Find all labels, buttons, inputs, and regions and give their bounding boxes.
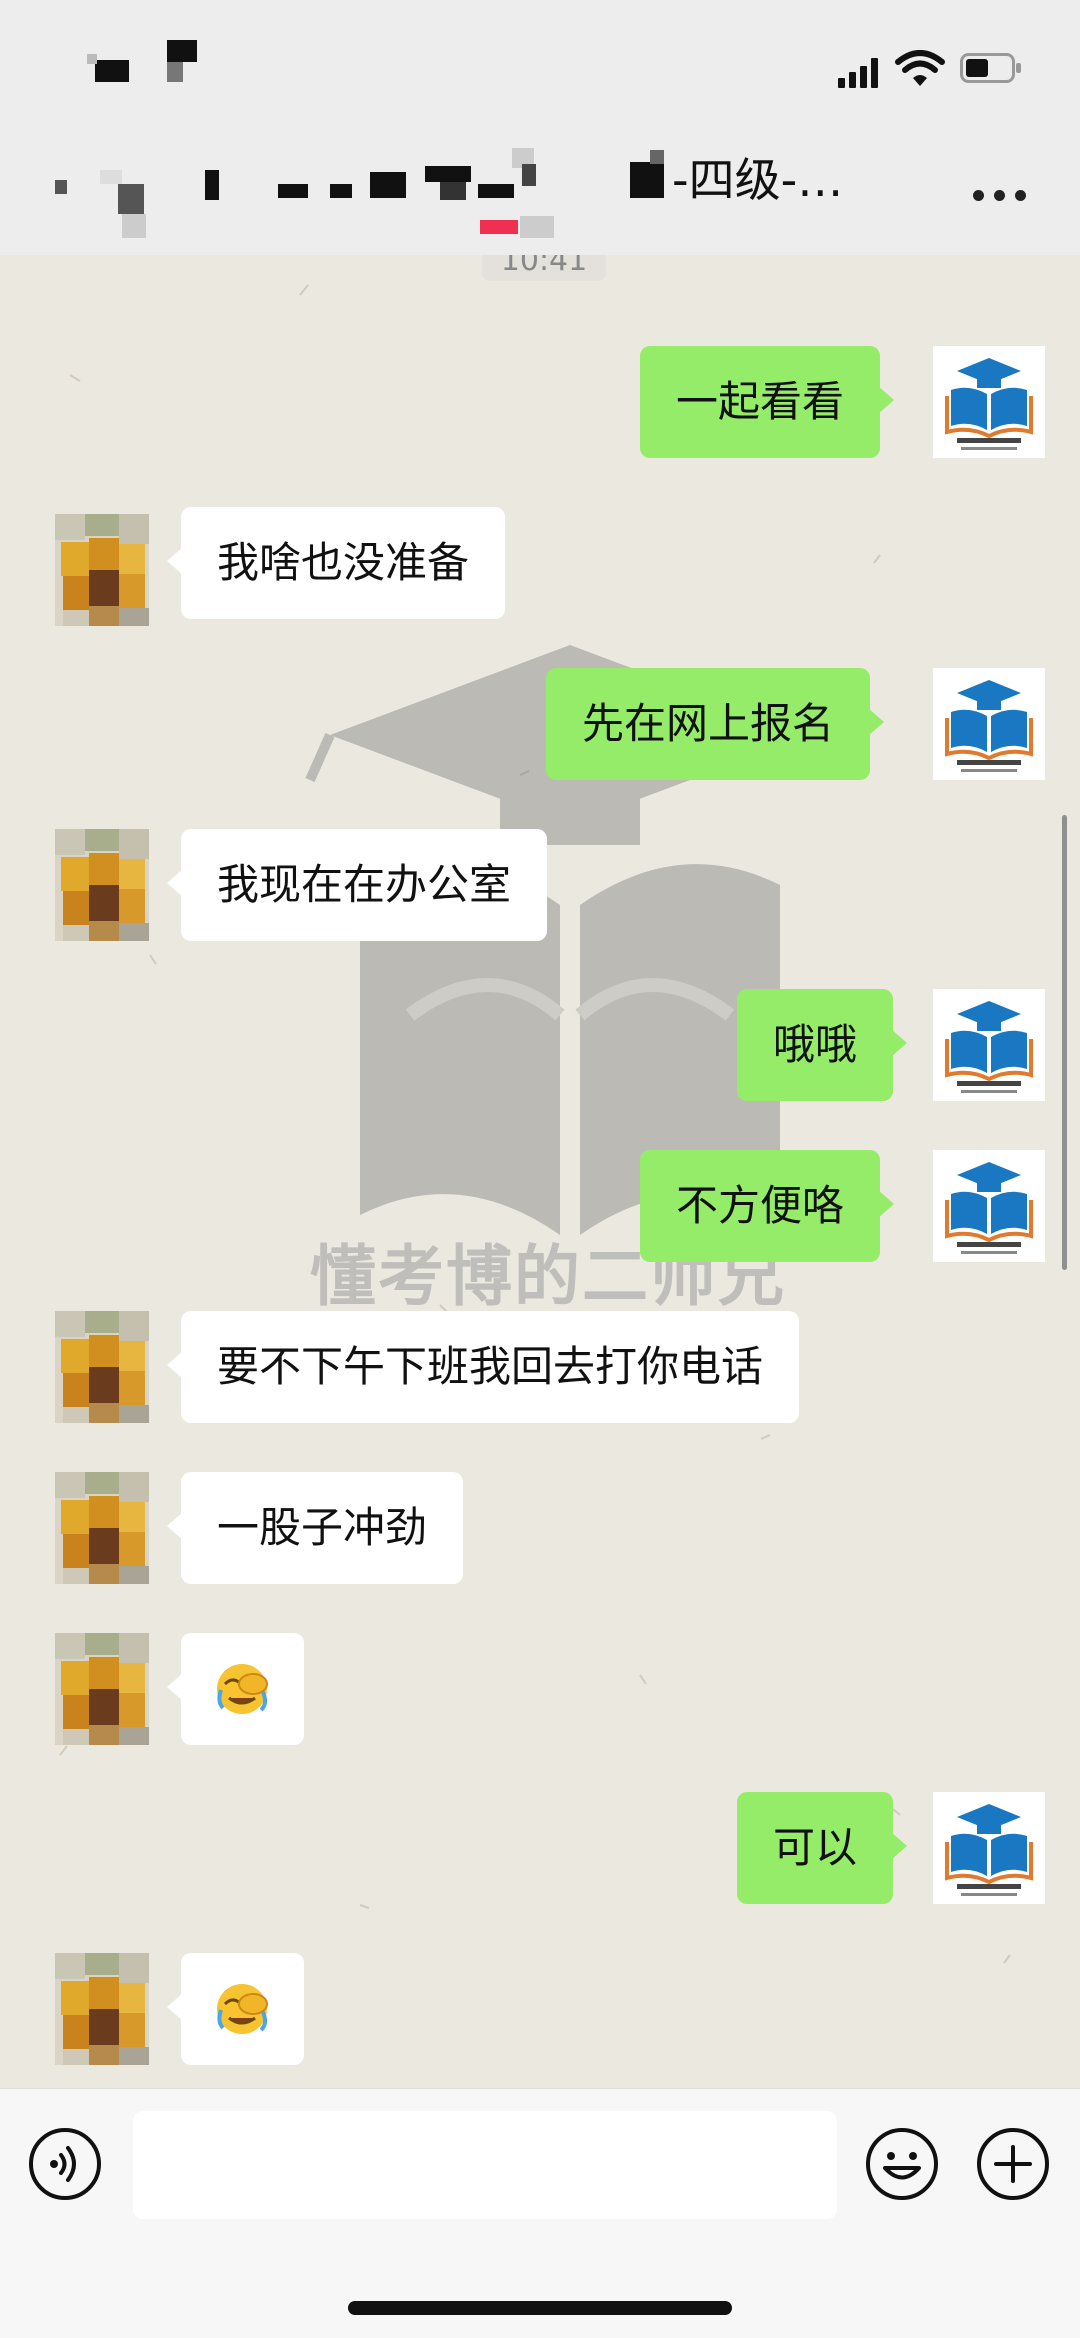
my-avatar[interactable] xyxy=(931,1148,1047,1264)
voice-icon[interactable] xyxy=(28,2127,102,2201)
message-bubble-incoming[interactable]: 我啥也没准备 xyxy=(166,507,506,619)
chat-header: -四级-… xyxy=(0,140,1080,255)
contact-avatar[interactable] xyxy=(55,1953,149,2065)
contact-avatar[interactable] xyxy=(55,829,149,941)
contact-avatar[interactable] xyxy=(55,1472,149,1584)
message-timestamp: 10:41 xyxy=(482,255,606,281)
message-bubble-outgoing[interactable]: 不方便咯 xyxy=(640,1150,895,1262)
chat-scrollbar[interactable] xyxy=(1062,815,1067,1270)
facepalm-emoji-icon xyxy=(215,1661,269,1716)
message-bubble-incoming[interactable]: 要不下午下班我回去打你电话 xyxy=(166,1311,800,1423)
my-avatar[interactable] xyxy=(931,344,1047,460)
message-bubble-outgoing[interactable]: 一起看看 xyxy=(640,346,895,458)
contact-avatar[interactable] xyxy=(55,514,149,626)
battery-icon xyxy=(960,53,1021,83)
plus-icon[interactable] xyxy=(976,2127,1050,2201)
my-avatar[interactable] xyxy=(931,987,1047,1103)
cellular-signal-icon xyxy=(838,58,882,88)
message-bubble-incoming[interactable]: 我现在在办公室 xyxy=(166,829,548,941)
contact-avatar[interactable] xyxy=(55,1311,149,1423)
facepalm-emoji-icon xyxy=(215,1981,269,2036)
message-bubble-incoming-emoji[interactable] xyxy=(167,1953,304,2065)
more-dots-icon[interactable] xyxy=(973,190,1027,202)
chat-area[interactable]: 懂考博的二师兄 10:41 一起看看 我啥也没准备 先在网上报名 我现在在办公室… xyxy=(0,255,1080,2088)
my-avatar[interactable] xyxy=(931,666,1047,782)
wifi-icon xyxy=(895,50,945,86)
emoji-icon[interactable] xyxy=(865,2127,939,2201)
message-bubble-outgoing[interactable]: 先在网上报名 xyxy=(546,668,885,780)
status-bar xyxy=(0,0,1080,140)
message-bubble-incoming[interactable]: 一股子冲劲 xyxy=(166,1472,464,1584)
message-input[interactable] xyxy=(133,2111,837,2219)
contact-avatar[interactable] xyxy=(55,1633,149,1745)
my-avatar[interactable] xyxy=(931,1790,1047,1906)
chat-title: -四级-… xyxy=(672,153,844,207)
message-bubble-outgoing[interactable]: 哦哦 xyxy=(737,989,908,1101)
home-indicator xyxy=(348,2301,732,2315)
status-time-pixelated xyxy=(87,40,215,90)
input-bar xyxy=(0,2088,1080,2338)
message-bubble-outgoing[interactable]: 可以 xyxy=(737,1792,908,1904)
message-bubble-incoming-emoji[interactable] xyxy=(167,1633,304,1745)
